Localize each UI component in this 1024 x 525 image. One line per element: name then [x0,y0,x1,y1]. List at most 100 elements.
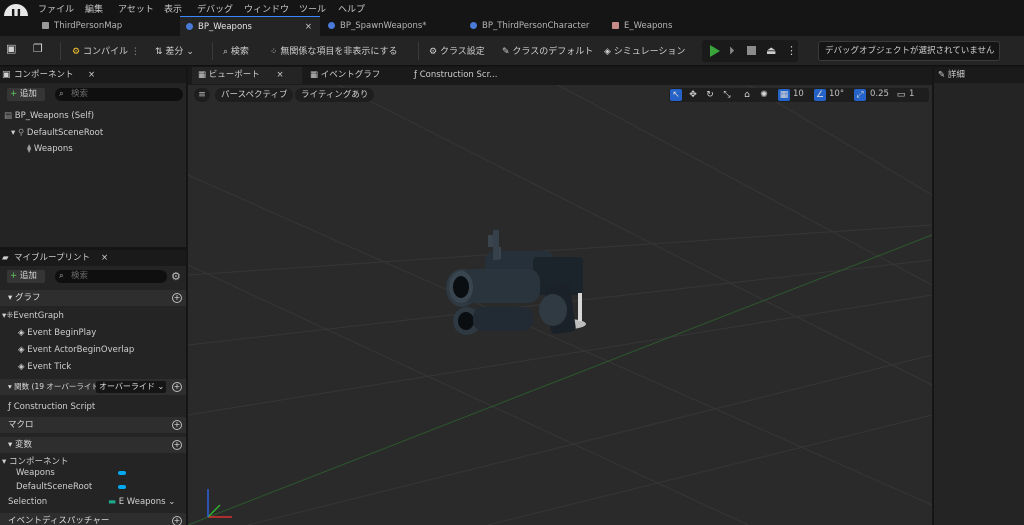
add-graph-icon[interactable]: + [172,293,182,303]
lighting-mode-button[interactable]: ライティングあり [295,88,375,102]
viewport-canvas[interactable]: ≡ パースペクティブ ライティングあり ↖ ✥ ↻ ⤡ ⌂ ✺ ▦ 10 ∠ 1… [188,85,932,525]
category-event-dispatchers[interactable]: イベントディスパッチャー + [0,513,186,525]
eject-icon[interactable]: ⏏ [766,44,776,57]
save-icon[interactable]: ▣ [6,42,16,55]
tab-bp-weapons[interactable]: BP_Weapons × [180,16,320,36]
step-icon[interactable]: ⏵ [729,44,735,58]
close-panel-icon[interactable]: × [101,250,108,266]
event-icon: ◈ [18,328,25,338]
camera-speed-value[interactable]: 1 [909,89,914,99]
tab-viewport[interactable]: ▦ ビューポート × [192,67,302,84]
chevron-down-icon: ⌄ [186,47,194,57]
tree-item-eventgraph[interactable]: ▾⁜EventGraph [2,311,64,321]
menu-tools[interactable]: ツール [299,2,326,15]
diff-button[interactable]: ⇅ 差分 ⌄ [155,44,194,57]
class-defaults-button[interactable]: ✎ クラスのデフォルト [502,44,593,57]
tab-event-graph[interactable]: ▦ イベントグラフ × [304,67,404,97]
variables-components-group[interactable]: ▾ コンポーネント [2,455,69,467]
compile-button[interactable]: ⚙ コンパイル ⋮ [72,44,140,57]
menu-asset[interactable]: アセット [118,2,154,15]
collapse-arrow-icon: ▾ [8,382,12,391]
rotation-snap-icon[interactable]: ∠ [814,89,826,101]
grid-snap-icon[interactable]: ▦ [778,89,790,101]
class-settings-button[interactable]: ⚙ クラス設定 [429,44,485,57]
event-beginplay[interactable]: ◈ Event BeginPlay [18,328,96,338]
browse-icon[interactable]: ❐ [33,42,43,55]
blueprint-search-input[interactable]: ⌕ 検索 [55,270,167,283]
tree-item-self[interactable]: ▤ BP_Weapons (Self) [4,111,94,121]
variable-defaultsceneroot[interactable]: DefaultSceneRoot [16,482,92,492]
override-dropdown[interactable]: オーバーライド ⌄ [96,381,166,393]
debug-object-select[interactable]: デバッグオブジェクトが選択されていません ⌄ [818,41,1000,61]
add-variable-icon[interactable]: + [172,440,182,450]
hamburger-menu-icon[interactable]: ≡ [194,88,210,102]
menu-edit[interactable]: 編集 [85,2,103,15]
menu-view[interactable]: 表示 [164,2,182,15]
mesh-icon: ⧫ [27,144,32,154]
category-variables[interactable]: ▾ 変数 + [0,437,186,453]
construction-script-item[interactable]: ƒ Construction Script [8,402,95,412]
close-tab-icon[interactable]: × [305,17,312,37]
menu-debug[interactable]: デバッグ [197,2,233,15]
translate-tool-icon[interactable]: ✥ [687,89,699,101]
hide-unrelated-button[interactable]: ⁘ 無関係な項目を非表示にする [270,44,398,57]
more-options-icon[interactable]: ⋮ [786,44,797,57]
category-functions[interactable]: ▾ 関数 (19 オーバーライド可 オーバーライド ⌄ + [0,379,186,395]
surface-snap-icon[interactable]: ⌂ [741,89,753,101]
separator [418,42,419,60]
select-tool-icon[interactable]: ↖ [670,89,682,101]
variable-weapons[interactable]: Weapons [16,468,55,478]
menu-file[interactable]: ファイル [38,2,74,15]
play-icon[interactable] [710,45,720,57]
plus-icon: + [10,89,18,99]
simulation-button[interactable]: ◈ シミュレーション [604,44,685,57]
tree-item-defaultsceneroot[interactable]: ▾ ⚲ DefaultSceneRoot [11,128,103,138]
category-graph[interactable]: ▾ グラフ + [0,290,186,306]
editor-tabs-row: ▦ ビューポート × ▦ イベントグラフ × ƒ Construction Sc… [188,67,932,97]
search-icon: ⌕ [223,47,229,57]
tab-construction-script[interactable]: ƒ Construction Scr... [410,67,520,84]
scale-tool-icon[interactable]: ⤡ [721,89,733,101]
tab-bp-thirdpersoncharacter[interactable]: BP_ThirdPersonCharacter [470,16,606,36]
chevron-down-icon: ⌄ [157,382,165,391]
add-dispatcher-icon[interactable]: + [172,516,182,525]
function-icon: ƒ [414,70,417,80]
tree-item-weapons[interactable]: ⧫ Weapons [27,144,73,154]
rotate-tool-icon[interactable]: ↻ [704,89,716,101]
tab-e-weapons[interactable]: E_Weapons [612,16,712,36]
world-local-icon[interactable]: ✺ [758,89,770,101]
search-button[interactable]: ⌕ 検索 [223,44,249,57]
grid-snap-value[interactable]: 10 [793,89,804,99]
scale-snap-value[interactable]: 0.25 [870,89,889,99]
stop-icon[interactable] [747,46,756,55]
tab-bp-spawnweapons[interactable]: BP_SpawnWeapons* [328,16,458,36]
perspective-button[interactable]: パースペクティブ [215,88,294,102]
menu-help[interactable]: ヘルプ [338,2,365,15]
camera-speed-icon[interactable]: ▭ [895,89,907,101]
category-macros[interactable]: マクロ + [0,417,186,433]
add-macro-icon[interactable]: + [172,420,182,430]
add-function-icon[interactable]: + [172,382,182,392]
my-blueprint-header: ▰ マイブループリント × [0,250,186,266]
variable-selection[interactable]: Selection [8,497,47,507]
event-actorbeginoverlap[interactable]: ◈ Event ActorBeginOverlap [18,345,134,355]
viewport-tool-strip: ↖ ✥ ↻ ⤡ ⌂ ✺ ▦ 10 ∠ 10° ⤢ 0.25 ▭ 1 [669,88,929,102]
close-panel-icon[interactable]: × [88,67,95,83]
event-tick[interactable]: ◈ Event Tick [18,362,71,372]
tab-thirdpersonmap[interactable]: ThirdPersonMap [42,16,172,36]
search-icon: ⌕ [59,89,64,99]
enum-pill-icon: ▬ [108,497,117,507]
scale-snap-icon[interactable]: ⤢ [854,89,866,101]
rotation-snap-value[interactable]: 10° [829,89,844,99]
add-member-button[interactable]: + 追加 [7,270,45,283]
components-search-input[interactable]: ⌕ 検索 [55,88,183,101]
plus-icon: + [10,271,18,281]
menu-window[interactable]: ウィンドウ [244,2,289,15]
gear-icon: ⚙ [429,47,438,57]
components-icon: ▣ [2,70,11,80]
add-component-button[interactable]: + 追加 [7,88,45,101]
expand-arrow-icon: ▾ [11,128,16,138]
gear-icon[interactable]: ⚙ [171,270,181,283]
close-tab-icon[interactable]: × [276,70,283,80]
separator [212,42,213,60]
